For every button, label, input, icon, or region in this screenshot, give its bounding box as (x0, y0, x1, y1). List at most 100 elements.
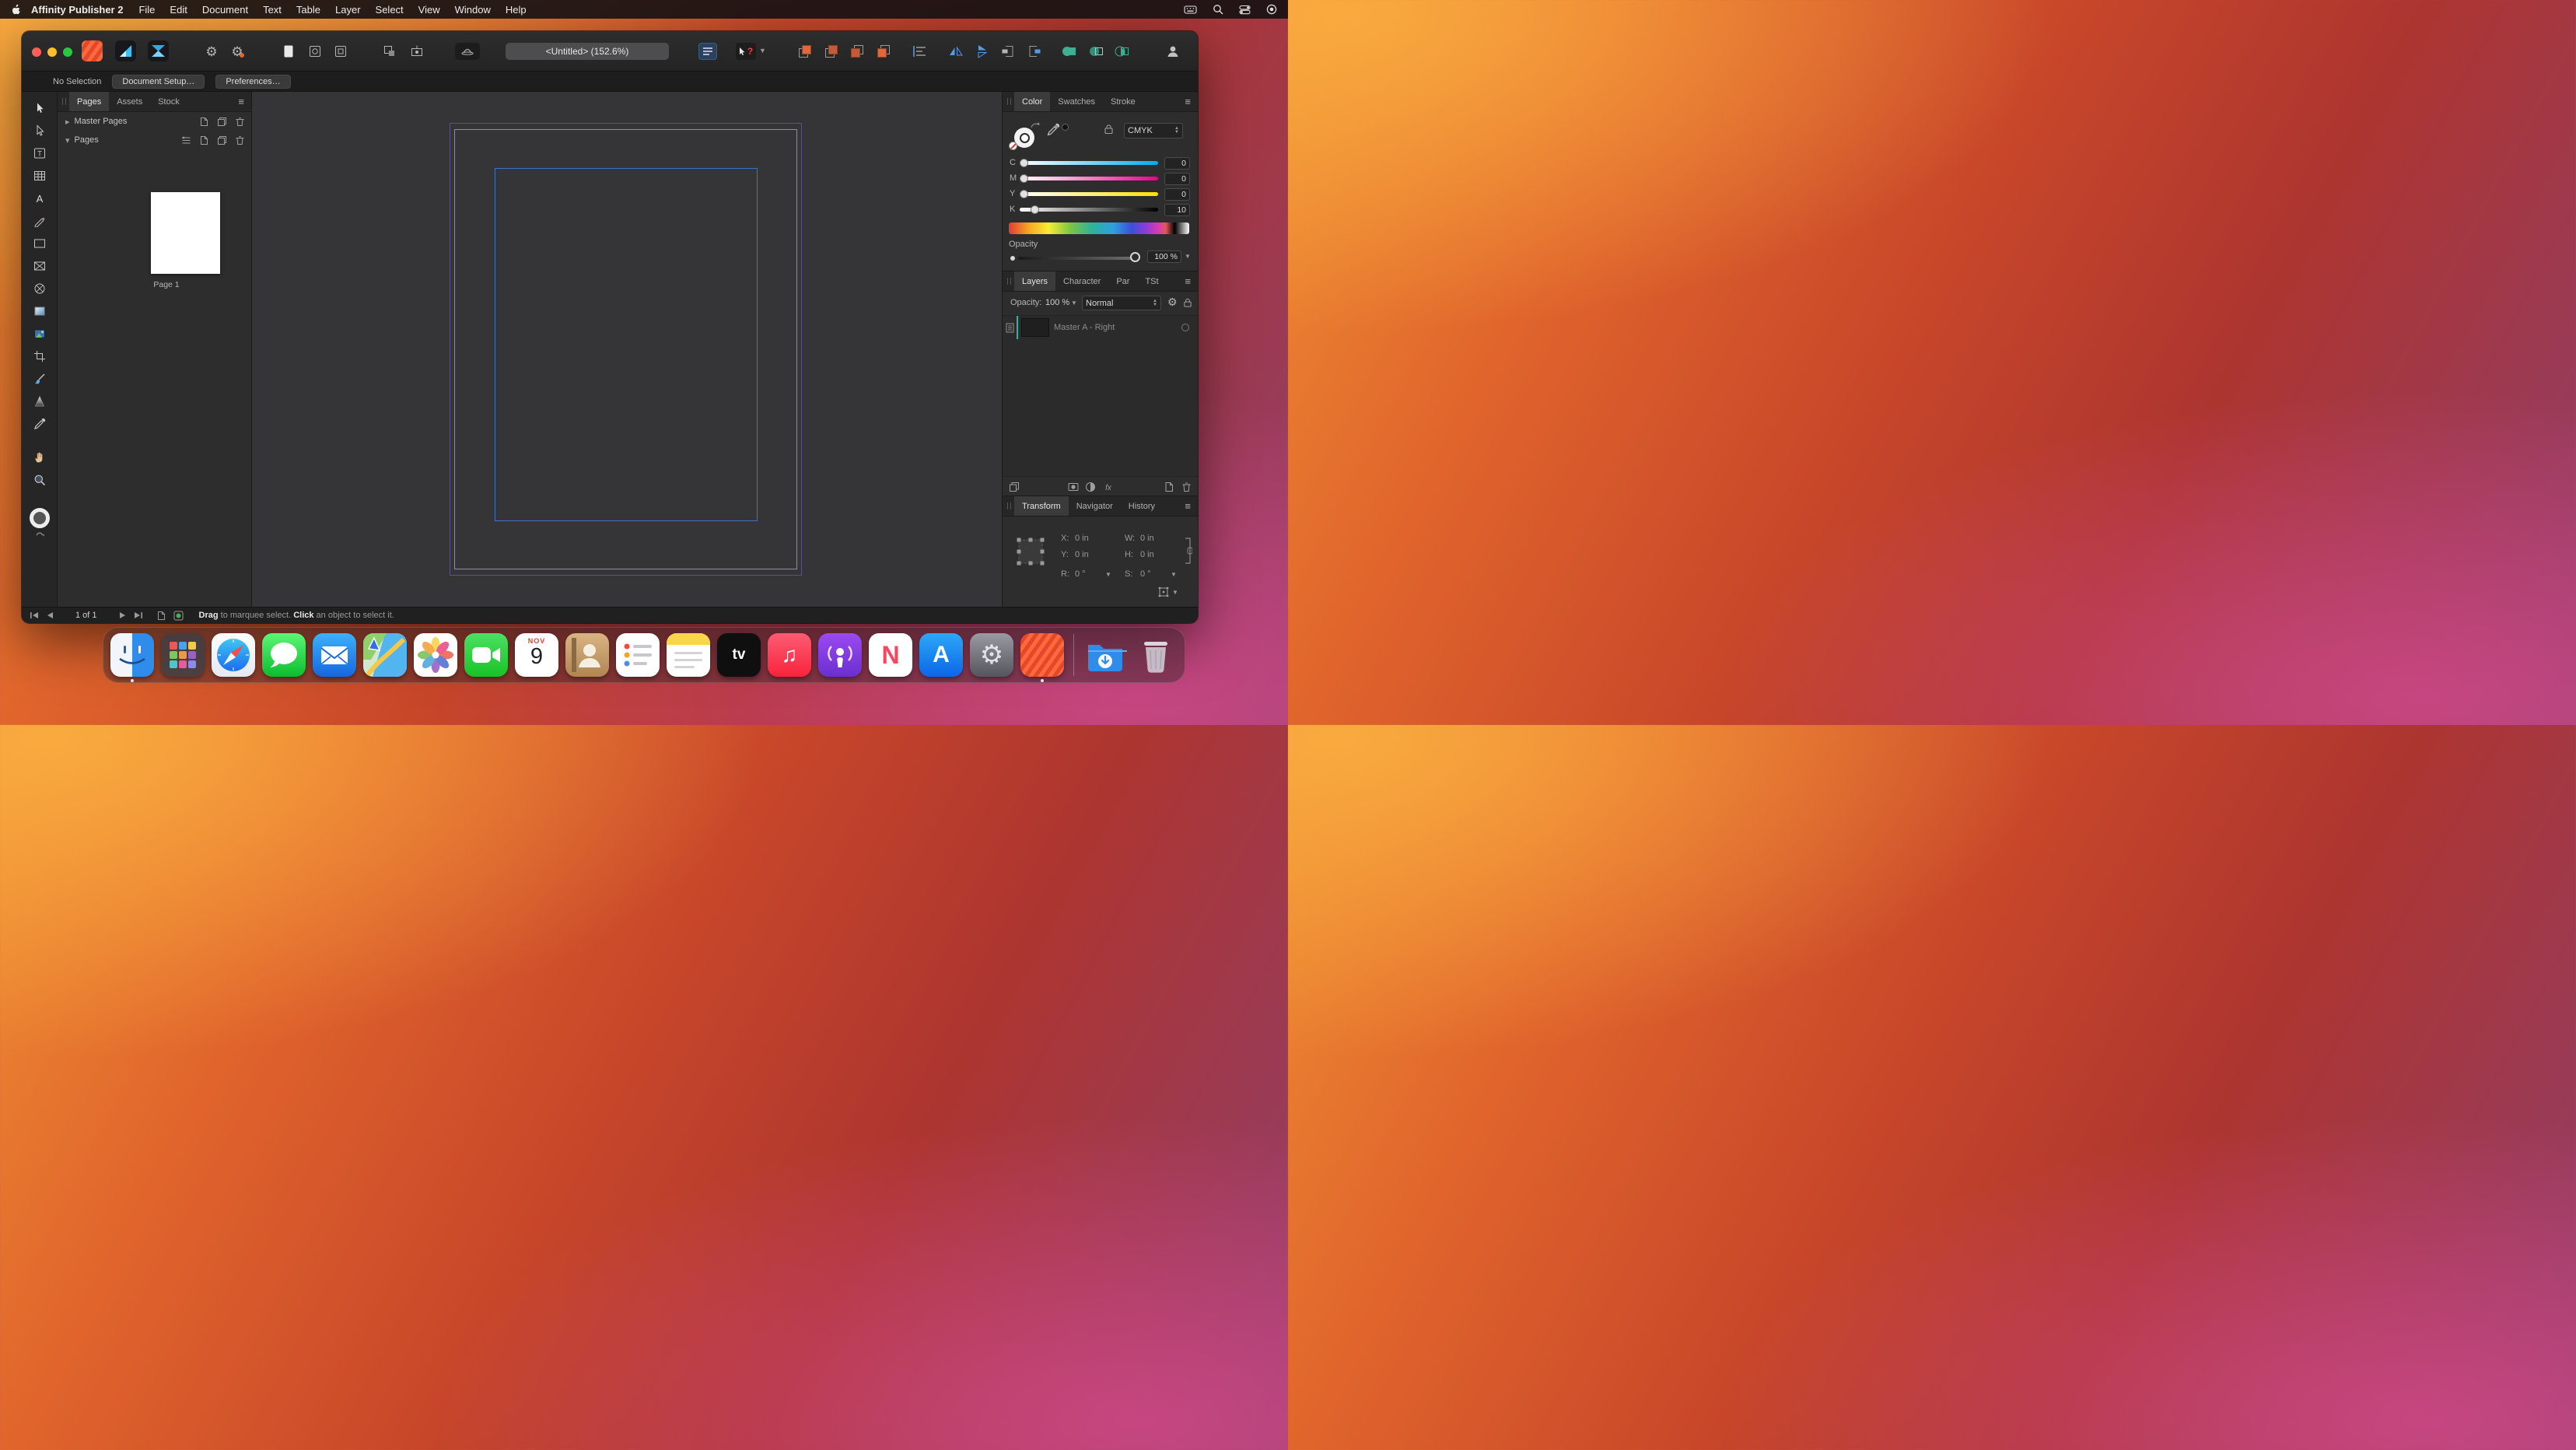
delete-page-icon[interactable] (235, 135, 245, 145)
opacity-knob[interactable] (1130, 252, 1140, 262)
rectangle-tool[interactable] (30, 235, 49, 252)
tab-character[interactable]: Character (1055, 271, 1108, 291)
panel-drag-handle[interactable] (1007, 503, 1011, 510)
tab-assets[interactable]: Assets (109, 92, 150, 111)
place-image-tool[interactable] (30, 325, 49, 342)
picture-frame-ellipse-tool[interactable] (30, 280, 49, 297)
layers-opacity-value[interactable]: 100 % (1045, 298, 1069, 307)
blend-options-gear-icon[interactable]: ⚙ (1167, 296, 1178, 307)
assistant-icon[interactable] (455, 43, 480, 60)
cyan-slider[interactable] (1020, 161, 1158, 165)
preflight-icon[interactable] (173, 611, 184, 621)
opacity-value[interactable]: 100 % (1147, 250, 1181, 263)
insert-behind-icon[interactable] (1027, 44, 1042, 59)
move-backward-icon[interactable] (849, 44, 865, 59)
tab-stock[interactable]: Stock (150, 92, 187, 111)
chevron-down-icon[interactable]: ▼ (1171, 571, 1177, 578)
transform-origin-icon[interactable] (1158, 587, 1169, 597)
chevron-down-icon[interactable]: ▼ (1071, 299, 1077, 306)
delete-master-icon[interactable] (235, 117, 245, 127)
swap-colors-icon[interactable] (35, 531, 44, 537)
menu-text[interactable]: Text (263, 4, 282, 16)
chevron-down-icon[interactable]: ▼ (1172, 589, 1178, 596)
add-master-icon[interactable] (199, 117, 209, 127)
pointer-help-icon[interactable]: ? (736, 43, 756, 60)
artistic-text-tool[interactable]: A (30, 190, 49, 207)
table-tool[interactable] (30, 167, 49, 184)
dock-icon-downloads[interactable] (1083, 633, 1127, 677)
dock-icon-contacts[interactable] (565, 633, 609, 677)
y-value[interactable]: 0 in (1075, 550, 1089, 559)
panel-menu-icon[interactable]: ≡ (1185, 96, 1191, 107)
document-gear-icon[interactable]: ⚙ (204, 44, 219, 59)
dock-icon-affinity-publisher[interactable] (1020, 633, 1064, 677)
tab-layers[interactable]: Layers (1014, 271, 1055, 291)
tab-history[interactable]: History (1121, 496, 1163, 516)
tab-pages[interactable]: Pages (69, 92, 109, 111)
dock-icon-maps[interactable] (363, 633, 407, 677)
color-picker-icon[interactable] (1046, 123, 1060, 137)
boolean-subtract-icon[interactable] (1089, 44, 1104, 59)
layer-name[interactable]: Master A - Right (1054, 323, 1115, 332)
yellow-slider[interactable] (1020, 192, 1158, 196)
dock-icon-trash[interactable] (1134, 633, 1178, 677)
dock-icon-notes[interactable] (667, 633, 710, 677)
document-canvas[interactable] (252, 92, 1002, 607)
w-value[interactable]: 0 in (1140, 534, 1154, 543)
fill-tool[interactable] (30, 303, 49, 320)
boolean-intersect-icon[interactable] (1115, 44, 1130, 59)
publisher-persona-icon[interactable] (82, 40, 103, 61)
control-center-icon[interactable] (1239, 5, 1251, 15)
pages-icon[interactable] (157, 611, 166, 621)
dock-icon-safari[interactable] (212, 633, 255, 677)
tab-stroke[interactable]: Stroke (1103, 92, 1143, 111)
blend-mode-select[interactable]: Normal ▲▼ (1082, 296, 1161, 310)
vector-brush-tool[interactable] (30, 370, 49, 387)
duplicate-master-icon[interactable] (217, 117, 227, 127)
node-tool[interactable] (30, 122, 49, 139)
list-view-icon[interactable] (181, 135, 191, 145)
first-page-icon[interactable] (30, 611, 39, 619)
tab-swatches[interactable]: Swatches (1050, 92, 1103, 111)
dock-icon-calendar[interactable]: NOV 9 (515, 633, 558, 677)
tab-paragraph[interactable]: Par (1108, 271, 1137, 291)
view-hand-tool[interactable] (30, 449, 49, 466)
panel-drag-handle[interactable] (62, 98, 66, 105)
layer-effects-icon[interactable]: fx (1102, 482, 1115, 492)
adjustment-layer-icon[interactable] (1085, 482, 1096, 492)
delete-layer-icon[interactable] (1181, 482, 1192, 492)
color-picker-tool[interactable] (30, 415, 49, 433)
panel-menu-icon[interactable]: ≡ (1185, 500, 1191, 512)
view-margins-icon[interactable] (333, 44, 348, 59)
move-forward-icon[interactable] (824, 44, 839, 59)
layer-visibility-toggle[interactable] (1181, 324, 1189, 331)
move-tool[interactable] (30, 100, 49, 117)
opacity-slider[interactable] (1018, 257, 1132, 260)
x-value[interactable]: 0 in (1075, 534, 1089, 543)
menu-app-name[interactable]: Affinity Publisher 2 (31, 4, 123, 16)
menu-view[interactable]: View (418, 4, 440, 16)
magenta-value[interactable]: 0 (1164, 173, 1190, 185)
account-icon[interactable] (1164, 44, 1182, 59)
settings-gear-icon[interactable]: ⚙ (229, 44, 245, 59)
move-to-front-icon[interactable] (797, 44, 813, 59)
next-page-icon[interactable] (119, 611, 126, 619)
page-thumbnail[interactable] (151, 192, 220, 274)
close-window-button[interactable] (32, 47, 41, 57)
color-mode-select[interactable]: CMYK ▲▼ (1124, 123, 1183, 138)
cyan-value[interactable]: 0 (1164, 157, 1190, 170)
minimize-window-button[interactable] (47, 47, 57, 57)
flip-vertical-icon[interactable] (975, 44, 990, 59)
pages-section-row[interactable]: ▾ Pages (58, 131, 251, 149)
dock-icon-news[interactable]: N (869, 633, 912, 677)
duplicate-page-icon[interactable] (217, 135, 227, 145)
mask-layer-icon[interactable] (1068, 482, 1079, 492)
dock-icon-launchpad[interactable] (161, 633, 205, 677)
frame-text-tool[interactable]: T (30, 145, 49, 162)
dock-icon-messages[interactable] (262, 633, 306, 677)
dock-icon-mail[interactable] (313, 633, 356, 677)
add-page-icon[interactable] (199, 135, 209, 145)
menu-select[interactable]: Select (376, 4, 404, 16)
picture-frame-rect-tool[interactable] (30, 257, 49, 275)
disclosure-icon[interactable]: ▸ (65, 117, 70, 127)
